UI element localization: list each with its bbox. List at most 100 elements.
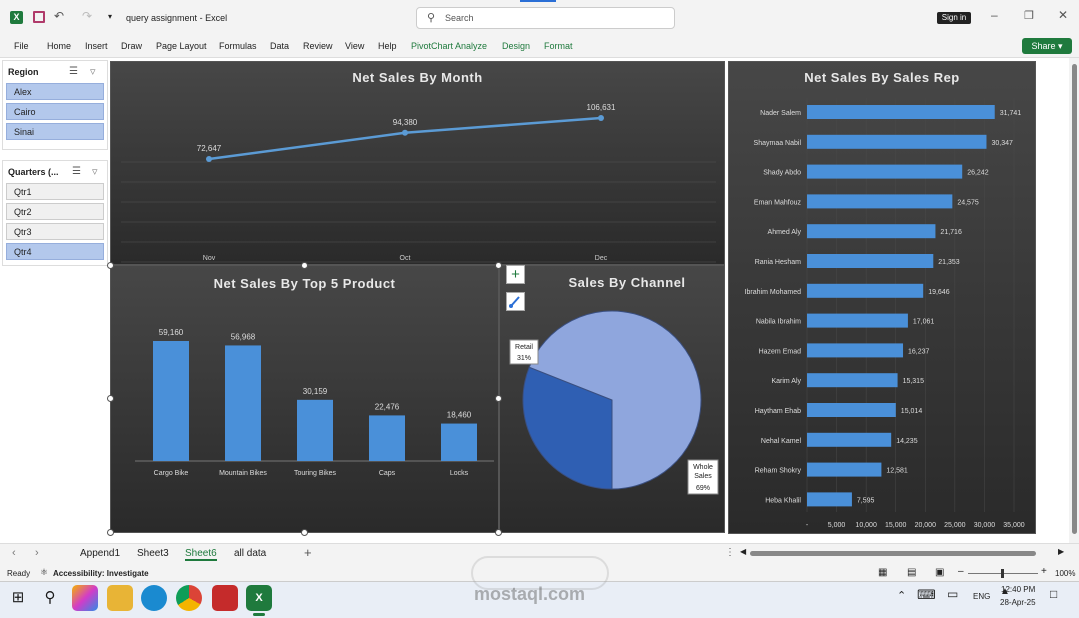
data-label: 15,014 bbox=[901, 408, 923, 415]
resize-handle[interactable] bbox=[107, 529, 114, 536]
search-icon: ⚲ bbox=[427, 12, 436, 24]
net-sales-by-month-chart[interactable]: Net Sales By Month 72,647 Nov 94,380 Oct 106… bbox=[110, 61, 725, 265]
next-sheet-icon[interactable]: › bbox=[35, 547, 39, 559]
excel-taskbar-icon[interactable]: X bbox=[246, 585, 272, 611]
resize-handle[interactable] bbox=[301, 262, 308, 269]
y-tick-label: Shady Abdo bbox=[763, 170, 801, 177]
pie-label-name: Retail bbox=[515, 344, 533, 351]
file-explorer-icon[interactable] bbox=[107, 585, 133, 611]
chart-styles-button[interactable] bbox=[506, 292, 525, 311]
pie-label-name: Whole bbox=[693, 464, 713, 471]
edge-icon[interactable] bbox=[141, 585, 167, 611]
close-icon[interactable]: ✕ bbox=[1058, 8, 1068, 22]
notification-icon[interactable]: □ bbox=[1050, 587, 1057, 601]
net-sales-by-rep-chart[interactable]: Net Sales By Sales Rep -5,000 10,000 15,00… bbox=[728, 61, 1036, 534]
clock-time[interactable]: 12:40 PM bbox=[1001, 585, 1035, 594]
tab-view[interactable]: View bbox=[345, 41, 364, 51]
resize-handle[interactable] bbox=[495, 395, 502, 402]
tab-page-layout[interactable]: Page Layout bbox=[156, 41, 207, 51]
sheet-tab-append1[interactable]: Append1 bbox=[80, 548, 120, 559]
slicer-item-alex[interactable]: Alex bbox=[6, 83, 104, 100]
redo-icon[interactable]: ↷ bbox=[82, 9, 92, 23]
share-label: Share bbox=[1031, 41, 1056, 51]
tab-draw[interactable]: Draw bbox=[121, 41, 142, 51]
tab-insert[interactable]: Insert bbox=[85, 41, 108, 51]
zoom-thumb[interactable] bbox=[1001, 569, 1004, 578]
tab-data[interactable]: Data bbox=[270, 41, 289, 51]
sales-by-channel-chart[interactable]: Sales By Channel Retail 31% Whole Sales 69% bbox=[499, 265, 725, 533]
tab-review[interactable]: Review bbox=[303, 41, 333, 51]
copilot-icon[interactable] bbox=[72, 585, 98, 611]
normal-view-icon[interactable]: ▦ bbox=[878, 567, 887, 578]
data-label: 14,235 bbox=[896, 438, 918, 445]
watermark: mostaql.com bbox=[474, 584, 586, 604]
windows-start-icon[interactable]: ⊞ bbox=[5, 585, 31, 611]
tab-file[interactable]: File bbox=[14, 41, 29, 51]
chart-elements-button[interactable]: + bbox=[506, 265, 525, 284]
customize-qat-icon[interactable]: ▾ bbox=[108, 12, 112, 21]
bar bbox=[807, 134, 987, 149]
slicer-item-qtr3[interactable]: Qtr3 bbox=[6, 223, 104, 240]
tab-home[interactable]: Home bbox=[47, 41, 71, 51]
display-icon[interactable]: ▭ bbox=[947, 587, 958, 601]
zoom-level[interactable]: 100% bbox=[1055, 569, 1075, 578]
excel-logo-icon: X bbox=[10, 11, 23, 24]
sheet-tab-all-data[interactable]: all data bbox=[234, 548, 266, 559]
minimize-icon[interactable]: – bbox=[991, 8, 998, 22]
clear-filter-icon[interactable]: ▿ bbox=[90, 65, 96, 78]
search-icon[interactable]: ⚲ bbox=[37, 585, 63, 611]
share-button[interactable]: Share ▾ bbox=[1022, 38, 1072, 54]
sheet-tab-sheet3[interactable]: Sheet3 bbox=[137, 548, 169, 559]
scroll-thumb[interactable] bbox=[1072, 64, 1077, 534]
tab-design[interactable]: Design bbox=[502, 41, 530, 51]
zoom-out-icon[interactable]: – bbox=[958, 566, 964, 577]
search-box[interactable]: ⚲ Search bbox=[416, 7, 675, 29]
tab-pivotchart-analyze[interactable]: PivotChart Analyze bbox=[411, 41, 487, 51]
line-chart-svg: 72,647 Nov 94,380 Oct 106,631 Dec bbox=[121, 103, 716, 263]
scroll-right-icon[interactable]: ▶ bbox=[1058, 547, 1064, 556]
chevron-up-icon[interactable]: ⌃ bbox=[897, 589, 906, 602]
slicer-item-qtr4[interactable]: Qtr4 bbox=[6, 243, 104, 260]
net-sales-by-product-chart[interactable]: Net Sales By Top 5 Product 59,160 Cargo B… bbox=[110, 265, 499, 533]
sign-in-button[interactable]: Sign in bbox=[937, 12, 971, 24]
bar bbox=[297, 399, 333, 461]
keyboard-icon[interactable]: ⌨ bbox=[917, 587, 936, 603]
resize-handle[interactable] bbox=[301, 529, 308, 536]
add-sheet-icon[interactable]: + bbox=[304, 545, 312, 560]
resize-handle[interactable] bbox=[495, 262, 502, 269]
y-tick-label: Nader Salem bbox=[760, 110, 801, 117]
more-options-icon[interactable]: ⋮ bbox=[725, 547, 735, 558]
bar bbox=[807, 313, 908, 328]
page-break-icon[interactable]: ▣ bbox=[935, 567, 944, 578]
page-layout-icon[interactable]: ▤ bbox=[907, 567, 916, 578]
slicer-item-cairo[interactable]: Cairo bbox=[6, 103, 104, 120]
zoom-in-icon[interactable]: + bbox=[1041, 566, 1047, 577]
y-tick-label: Eman Mahfouz bbox=[754, 199, 802, 206]
save-icon[interactable] bbox=[33, 11, 45, 23]
resize-handle[interactable] bbox=[107, 395, 114, 402]
multi-select-icon[interactable]: ☰ bbox=[69, 66, 78, 77]
accessibility-status[interactable]: Accessibility: Investigate bbox=[53, 569, 149, 578]
clear-filter-icon[interactable]: ▿ bbox=[92, 165, 98, 178]
resize-handle[interactable] bbox=[495, 529, 502, 536]
undo-icon[interactable]: ↶ bbox=[54, 9, 64, 23]
language-indicator[interactable]: ENG bbox=[973, 592, 990, 601]
slicer-item-qtr2[interactable]: Qtr2 bbox=[6, 203, 104, 220]
slicer-item-sinai[interactable]: Sinai bbox=[6, 123, 104, 140]
bar bbox=[807, 283, 924, 298]
tab-formulas[interactable]: Formulas bbox=[219, 41, 257, 51]
tab-help[interactable]: Help bbox=[378, 41, 397, 51]
data-label: 30,159 bbox=[303, 387, 328, 396]
slicer-item-qtr1[interactable]: Qtr1 bbox=[6, 183, 104, 200]
tab-format[interactable]: Format bbox=[544, 41, 573, 51]
restore-icon[interactable]: ❐ bbox=[1024, 9, 1034, 22]
horizontal-scrollbar[interactable] bbox=[750, 551, 1036, 556]
chrome-icon[interactable] bbox=[176, 585, 202, 611]
scroll-left-icon[interactable]: ◀ bbox=[740, 547, 746, 556]
clock-date[interactable]: 28-Apr-25 bbox=[1000, 598, 1036, 607]
sheet-tab-sheet6[interactable]: Sheet6 bbox=[185, 548, 217, 561]
resize-handle[interactable] bbox=[107, 262, 114, 269]
multi-select-icon[interactable]: ☰ bbox=[72, 166, 81, 177]
prev-sheet-icon[interactable]: ‹ bbox=[12, 547, 16, 559]
pdf-reader-icon[interactable] bbox=[212, 585, 238, 611]
